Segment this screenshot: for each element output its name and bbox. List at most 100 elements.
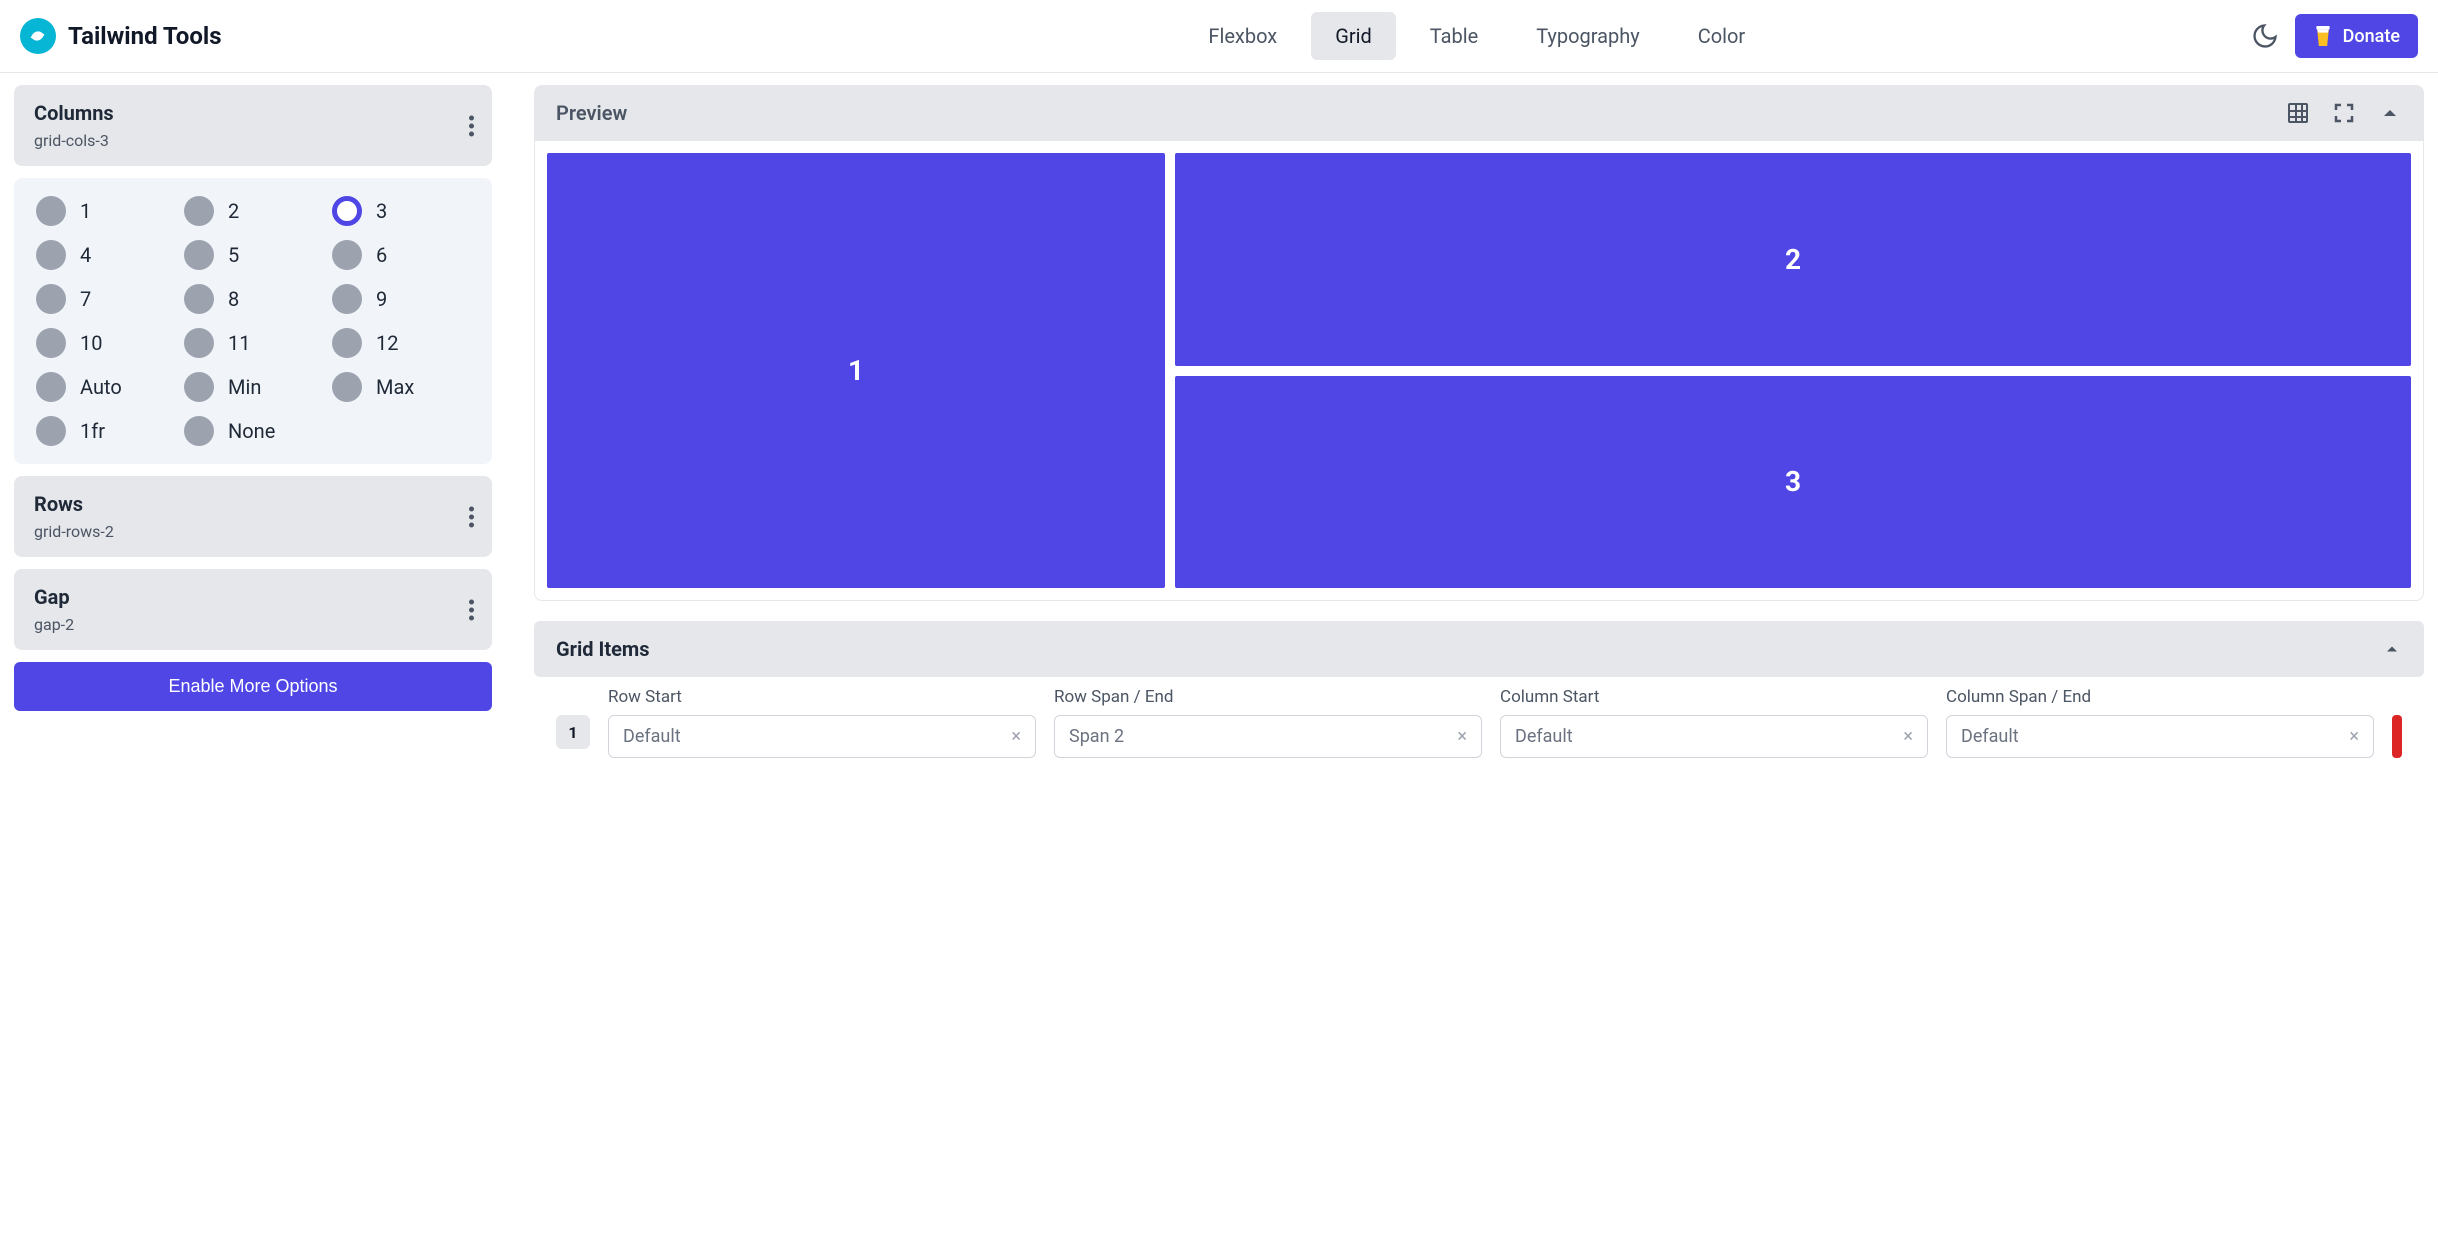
preview-title: Preview [556,101,627,125]
header-actions: Donate [2251,14,2418,58]
more-vertical-icon[interactable] [469,599,474,620]
columns-option-auto[interactable]: Auto [36,372,174,402]
columns-option-6[interactable]: 6 [332,240,470,270]
grid-item-row: 1 Row Start Default× Row Span / End Span… [534,677,2424,758]
field-label: Row Span / End [1054,687,1482,707]
controls-sidebar: Columns grid-cols-3 123456789101112AutoM… [14,85,492,758]
columns-option-3[interactable]: 3 [332,196,470,226]
radio-label: 2 [228,199,239,223]
grid-view-icon[interactable] [2286,101,2310,125]
columns-panel-header[interactable]: Columns grid-cols-3 [14,85,492,166]
radio-label: 11 [228,331,250,355]
column-span-select[interactable]: Default× [1946,715,2374,758]
columns-option-min[interactable]: Min [184,372,322,402]
more-vertical-icon[interactable] [469,115,474,136]
radio-label: 9 [376,287,387,311]
radio-label: 1 [80,199,91,223]
fullscreen-icon[interactable] [2332,101,2356,125]
radio-label: 8 [228,287,239,311]
grid-items-panel: Grid Items 1 Row Start Default× Row Span… [534,621,2424,758]
radio-label: Max [376,375,414,399]
nav-item-flexbox[interactable]: Flexbox [1184,12,1301,60]
columns-option-5[interactable]: 5 [184,240,322,270]
donate-label: Donate [2343,26,2400,47]
grid-items-title: Grid Items [556,637,650,661]
enable-more-options-button[interactable]: Enable More Options [14,662,492,711]
columns-option-7[interactable]: 7 [36,284,174,314]
radio-icon [332,284,362,314]
columns-option-max[interactable]: Max [332,372,470,402]
gap-title: Gap [34,585,472,609]
columns-option-1fr[interactable]: 1fr [36,416,174,446]
columns-option-12[interactable]: 12 [332,328,470,358]
row-start-select[interactable]: Default× [608,715,1036,758]
row-span-field: Row Span / End Span 2× [1054,687,1482,758]
radio-icon [184,240,214,270]
row-span-select[interactable]: Span 2× [1054,715,1482,758]
columns-class: grid-cols-3 [34,131,472,150]
grid-cell: 1 [547,153,1165,588]
rows-class: grid-rows-2 [34,522,472,541]
radio-icon [184,372,214,402]
radio-icon [332,196,362,226]
donate-button[interactable]: Donate [2295,14,2418,58]
nav-item-table[interactable]: Table [1406,12,1502,60]
radio-label: 10 [80,331,102,355]
columns-option-8[interactable]: 8 [184,284,322,314]
preview-header: Preview [534,85,2424,141]
app-header: Tailwind Tools FlexboxGridTableTypograph… [0,0,2438,73]
nav-item-typography[interactable]: Typography [1512,12,1664,60]
columns-option-none[interactable]: None [184,416,322,446]
radio-label: Auto [80,375,122,399]
grid-cell: 2 [1175,153,2411,366]
radio-icon [184,196,214,226]
field-label: Row Start [608,687,1036,707]
preview-area: Preview 1 2 3 Grid Items 1 R [534,85,2424,758]
grid-items-header[interactable]: Grid Items [534,621,2424,677]
radio-icon [184,416,214,446]
radio-label: 12 [376,331,398,355]
columns-option-1[interactable]: 1 [36,196,174,226]
preview-panel: Preview 1 2 3 [534,85,2424,601]
nav-item-grid[interactable]: Grid [1311,12,1396,60]
columns-option-4[interactable]: 4 [36,240,174,270]
more-vertical-icon[interactable] [469,506,474,527]
gap-class: gap-2 [34,615,472,634]
radio-icon [184,284,214,314]
clear-icon[interactable]: × [2349,726,2359,747]
column-start-select[interactable]: Default× [1500,715,1928,758]
preview-toolbar [2286,101,2402,125]
clear-icon[interactable]: × [1457,726,1467,747]
field-label: Column Span / End [1946,687,2374,707]
radio-label: 5 [228,243,239,267]
radio-icon [332,372,362,402]
collapse-up-icon[interactable] [2378,101,2402,125]
radio-label: 3 [376,199,387,223]
radio-label: None [228,419,275,443]
radio-icon [332,240,362,270]
gap-panel-header[interactable]: Gap gap-2 [14,569,492,650]
delete-item-button[interactable] [2392,715,2402,758]
rows-panel-header[interactable]: Rows grid-rows-2 [14,476,492,557]
column-span-field: Column Span / End Default× [1946,687,2374,758]
nav-item-color[interactable]: Color [1674,12,1769,60]
rows-title: Rows [34,492,472,516]
columns-option-10[interactable]: 10 [36,328,174,358]
radio-icon [36,416,66,446]
columns-option-9[interactable]: 9 [332,284,470,314]
columns-options: 123456789101112AutoMinMax1frNone [14,178,492,464]
radio-label: 1fr [80,419,105,443]
radio-label: 6 [376,243,387,267]
brand-link[interactable]: Tailwind Tools [20,18,222,54]
dark-mode-toggle[interactable] [2251,22,2279,50]
columns-option-2[interactable]: 2 [184,196,322,226]
collapse-up-icon[interactable] [2382,639,2402,659]
cup-icon [2313,24,2333,48]
radio-icon [36,372,66,402]
radio-icon [36,240,66,270]
columns-option-11[interactable]: 11 [184,328,322,358]
preview-grid: 1 2 3 [534,141,2424,601]
grid-cell: 3 [1175,376,2411,589]
clear-icon[interactable]: × [1011,726,1021,747]
clear-icon[interactable]: × [1903,726,1913,747]
